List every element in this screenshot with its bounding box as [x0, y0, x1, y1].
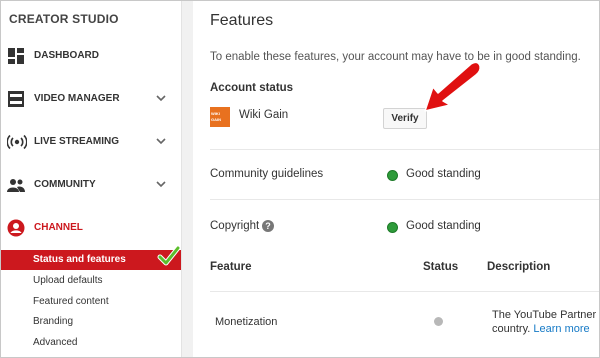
community-guidelines-status: Good standing: [406, 168, 481, 180]
sidebar-title: CREATOR STUDIO: [9, 12, 119, 26]
creator-studio-window: CREATOR STUDIO DASHBOARD VIDEO MANAGER L…: [0, 0, 600, 358]
status-dot-inactive: [434, 317, 443, 326]
sub-item-label: Upload defaults: [33, 275, 103, 286]
community-guidelines-label: Community guidelines: [210, 168, 324, 180]
copyright-label: Copyright: [210, 220, 260, 232]
chevron-down-icon[interactable]: [156, 94, 166, 102]
video-manager-icon: [8, 91, 24, 107]
nav-channel[interactable]: CHANNEL: [1, 213, 181, 243]
channel-icon: [7, 219, 25, 237]
main-content: Features To enable these features, your …: [193, 1, 599, 357]
channel-avatar: WIKI GAIN: [210, 107, 230, 127]
divider: [210, 149, 599, 150]
nav-dashboard[interactable]: DASHBOARD: [1, 41, 181, 71]
copyright-status: Good standing: [406, 220, 481, 232]
nav-video-manager[interactable]: VIDEO MANAGER: [1, 84, 181, 114]
dashboard-icon: [8, 48, 24, 64]
monetization-description: The YouTube Partner: [492, 309, 597, 321]
monetization-description-line2: country. Learn more: [492, 323, 590, 335]
nav-dashboard-label: DASHBOARD: [34, 50, 99, 61]
pointer-arrow-icon: [424, 61, 481, 112]
sub-item-branding[interactable]: Branding: [1, 312, 181, 332]
monetization-description-cont: country.: [492, 323, 531, 335]
help-icon[interactable]: ?: [262, 220, 274, 232]
nav-live-streaming[interactable]: LIVE STREAMING: [1, 127, 181, 157]
nav-live-streaming-label: LIVE STREAMING: [34, 136, 120, 147]
learn-more-link[interactable]: Learn more: [533, 323, 589, 335]
column-header-description: Description: [487, 261, 551, 273]
sub-item-advanced[interactable]: Advanced: [1, 333, 181, 353]
channel-name: Wiki Gain: [239, 109, 289, 121]
sub-item-label: Branding: [33, 316, 74, 327]
column-header-feature: Feature: [210, 261, 252, 273]
live-streaming-icon: [7, 134, 27, 150]
sub-item-status-and-features[interactable]: Status and features: [1, 245, 181, 270]
community-icon: [7, 179, 25, 192]
status-dot-good: [387, 170, 398, 181]
status-dot-good: [387, 222, 398, 233]
nav-community-label: COMMUNITY: [34, 179, 96, 190]
page-title: Features: [210, 12, 274, 29]
sub-item-upload-defaults[interactable]: Upload defaults: [1, 271, 181, 291]
nav-community[interactable]: COMMUNITY: [1, 170, 181, 200]
sub-item-label: Status and features: [33, 254, 126, 265]
sub-item-featured-content[interactable]: Featured content: [1, 292, 181, 312]
chevron-down-icon[interactable]: [156, 137, 166, 145]
checkmark-icon: [157, 245, 181, 266]
channel-avatar-text: GAIN: [211, 117, 221, 122]
sub-item-label: Advanced: [33, 337, 78, 348]
account-status-heading: Account status: [210, 82, 294, 94]
sidebar: CREATOR STUDIO DASHBOARD VIDEO MANAGER L…: [1, 1, 181, 357]
nav-channel-label: CHANNEL: [34, 222, 83, 233]
divider: [210, 199, 599, 200]
column-header-status: Status: [423, 261, 459, 273]
nav-video-manager-label: VIDEO MANAGER: [34, 93, 120, 104]
intro-text: To enable these features, your account m…: [210, 51, 581, 63]
feature-monetization: Monetization: [215, 316, 278, 328]
chevron-down-icon[interactable]: [156, 180, 166, 188]
divider: [210, 291, 599, 292]
sub-item-label: Featured content: [33, 296, 109, 307]
channel-avatar-text: WIKI: [211, 111, 220, 116]
